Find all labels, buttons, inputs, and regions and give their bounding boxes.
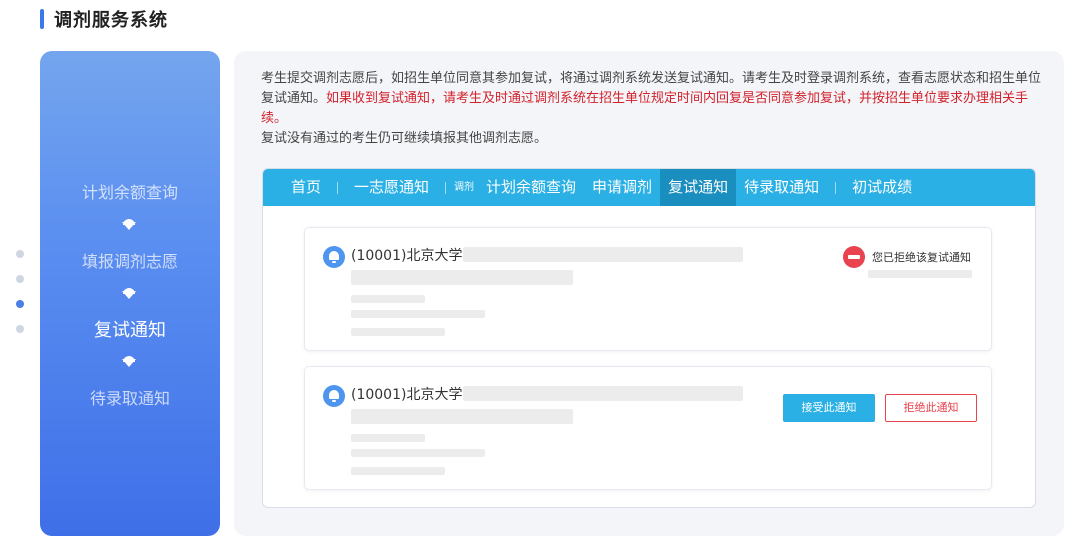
notice-card-rejected: (10001)北京大学– 您已拒绝该复试通知: [304, 227, 992, 351]
minus-circle-icon: [843, 246, 865, 268]
placeholder-bar: [351, 295, 425, 303]
intro-highlight: 如果收到复试通知，请考生及时通过调剂系统在招生单位规定时间内回复是否同意参加复试…: [261, 91, 1029, 126]
content-panel: 考生提交调剂志愿后，如招生单位同意其参加复试，将通过调剂系统发送复试通知。请考生…: [234, 51, 1064, 536]
app-window: 首页 一志愿通知 调剂 计划余额查询 申请调剂 复试通知 待录取通知 初试成绩 …: [262, 168, 1036, 508]
nav-divider: [835, 181, 837, 194]
placeholder-bar: [351, 409, 573, 424]
nav-plan-query[interactable]: 计划余额查询: [478, 169, 584, 206]
bell-icon: [323, 385, 345, 407]
accept-notice-button[interactable]: 接受此通知: [783, 394, 875, 422]
placeholder-bar: [351, 449, 485, 457]
nav-first-choice-notice[interactable]: 一志愿通知: [346, 169, 437, 206]
step-fill-choices[interactable]: 填报调剂志愿: [40, 248, 220, 272]
pagination-dot[interactable]: [16, 275, 24, 283]
nav-prelim-score[interactable]: 初试成绩: [844, 169, 920, 206]
school-name: (10001)北京大学–: [351, 248, 470, 264]
step-plan-query[interactable]: 计划余额查询: [40, 179, 220, 203]
slide-pagination: [16, 250, 24, 333]
placeholder-bar: [463, 247, 743, 262]
process-steps-panel: 计划余额查询 填报调剂志愿 复试通知 待录取通知: [40, 51, 220, 536]
nav-apply-adjust[interactable]: 申请调剂: [584, 169, 660, 206]
placeholder-bar: [868, 270, 972, 278]
nav-divider: [337, 181, 339, 194]
step-arrow-down-icon: [122, 356, 136, 367]
step-arrow-down-icon: [122, 288, 136, 299]
placeholder-bar: [351, 434, 425, 442]
placeholder-bar: [351, 270, 573, 285]
pagination-dot-active[interactable]: [16, 300, 24, 308]
nav-admission-notice[interactable]: 待录取通知: [736, 169, 827, 206]
page-title: 调剂服务系统: [54, 10, 168, 31]
title-accent-bar: [40, 9, 44, 29]
placeholder-bar: [351, 467, 445, 475]
intro-line-2: 复试没有通过的考生仍可继续填报其他调剂志愿。: [261, 131, 548, 146]
top-nav: 首页 一志愿通知 调剂 计划余额查询 申请调剂 复试通知 待录取通知 初试成绩: [263, 169, 1035, 206]
step-retest-notice[interactable]: 复试通知: [40, 316, 220, 342]
placeholder-bar: [463, 386, 743, 401]
pagination-dot[interactable]: [16, 250, 24, 258]
nav-divider: [445, 181, 447, 194]
step-arrow-down-icon: [122, 219, 136, 230]
pagination-dot[interactable]: [16, 325, 24, 333]
placeholder-bar: [351, 328, 445, 336]
nav-home[interactable]: 首页: [283, 169, 329, 206]
step-admission-notice[interactable]: 待录取通知: [40, 385, 220, 409]
notice-card-pending: (10001)北京大学– 接受此通知 拒绝此通知: [304, 366, 992, 490]
intro-text: 考生提交调剂志愿后，如招生单位同意其参加复试，将通过调剂系统发送复试通知。请考生…: [261, 69, 1041, 149]
page-header: 调剂服务系统: [40, 8, 168, 31]
school-name: (10001)北京大学–: [351, 387, 470, 403]
status-text: 您已拒绝该复试通知: [872, 251, 971, 264]
rejected-status: 您已拒绝该复试通知: [843, 246, 971, 268]
bell-icon: [323, 246, 345, 268]
nav-retest-notice[interactable]: 复试通知: [660, 169, 737, 206]
placeholder-bar: [351, 310, 485, 318]
nav-tag-adjust: 调剂: [454, 182, 475, 193]
reject-notice-button[interactable]: 拒绝此通知: [885, 394, 977, 422]
